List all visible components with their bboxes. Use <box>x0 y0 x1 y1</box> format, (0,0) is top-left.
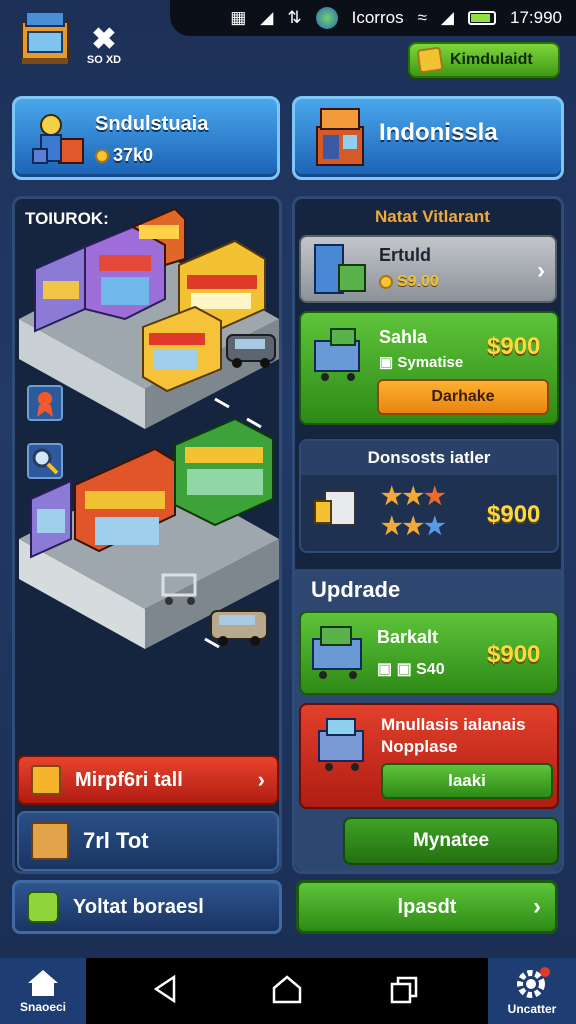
search-icon[interactable] <box>27 443 63 479</box>
blue-button-label: 7rl Tot <box>83 828 149 853</box>
nav-settings[interactable]: Uncatter <box>488 958 576 1024</box>
red-action-button[interactable]: Mirpf6ri tall › <box>17 755 279 805</box>
chevron-right-icon: › <box>533 893 541 920</box>
top-action-button[interactable]: Kimdulaidt <box>408 42 560 78</box>
recents-icon[interactable] <box>390 976 420 1004</box>
star-icon: ★ <box>381 483 403 510</box>
vibrate-icon: ▦ <box>230 8 247 27</box>
bottom-right-label: lpasdt <box>397 895 457 918</box>
bottom-right-button[interactable]: lpasdt › <box>296 880 558 934</box>
shop-item-1[interactable]: Ertuld S9.00 › <box>299 235 557 303</box>
location-name: Indonissla <box>379 119 498 146</box>
cart-icon <box>318 718 364 771</box>
player-name: Sndulstuaia <box>95 113 209 135</box>
town-map[interactable] <box>15 199 279 649</box>
battery-icon <box>468 11 496 25</box>
star-icon: ★ <box>402 483 425 510</box>
item4-price: $900 <box>487 641 541 668</box>
wifi-icon: ≈ <box>417 8 427 27</box>
item2-sub: ▣ Symatise <box>379 354 464 371</box>
signal-icon: ◢ <box>260 8 274 27</box>
upgrade-label: Updrade <box>311 577 401 602</box>
game-screen: ▦ ◢ ⇅ Icorros ≈ ◢ 17:990 ✖ SO XD Kimdulai… <box>0 0 576 1024</box>
location-card[interactable]: Indonissla <box>292 96 564 180</box>
star-icon: ★ <box>381 513 403 540</box>
home-icon <box>28 970 58 996</box>
shop-item-5[interactable]: Mnullasis ialanais Nopplase laaki <box>299 703 559 809</box>
clock: 17:990 <box>510 8 562 27</box>
gear-icon <box>517 967 550 998</box>
coin-icon <box>379 274 393 289</box>
close-caption: SO XD <box>86 54 122 66</box>
star-icon: ★ <box>424 513 446 540</box>
chevron-right-icon: › <box>537 257 545 284</box>
nav-settings-label: Uncatter <box>507 1002 557 1016</box>
item4-name: Barkalt <box>377 627 439 647</box>
cell-icon: ◢ <box>440 8 454 27</box>
buy-button[interactable]: Darhake <box>377 379 549 415</box>
coin-icon <box>416 46 444 74</box>
bottom-left-button[interactable]: Yoltat boraesl <box>12 880 282 934</box>
mid-green-button[interactable]: Mynatee <box>343 817 559 865</box>
coin-icon <box>95 149 109 164</box>
red-button-label: Mirpf6ri tall <box>75 768 183 791</box>
star-icon: ★ <box>424 483 446 510</box>
player-coins: 37k0 <box>95 145 153 166</box>
player-card[interactable]: Sndulstuaia 37k0 <box>12 96 280 180</box>
machine-icon <box>314 490 356 526</box>
shop-item-3[interactable]: Donsosts iatler ★★★ ★★★ $900 <box>299 439 559 553</box>
coin-icon <box>27 891 59 923</box>
data-icon: ⇅ <box>287 8 302 27</box>
rating-stars-top: ★★★ <box>381 485 446 509</box>
item2-price: $900 <box>487 333 541 360</box>
blue-action-button[interactable]: 7rl Tot <box>17 811 279 871</box>
shopkeeper-icon <box>32 114 84 164</box>
home-nav-icon[interactable] <box>272 974 302 1004</box>
bottom-left-label: Yoltat boraesl <box>73 895 204 918</box>
item1-price: S9.00 <box>379 273 439 291</box>
ribbon-icon[interactable] <box>27 385 63 421</box>
nav-home-label: Snaoeci <box>19 1000 67 1014</box>
item5-name: Mnullasis ialanais <box>381 715 526 734</box>
item2-name: Sahla <box>379 327 428 347</box>
globe-icon <box>315 7 338 29</box>
shop-item-4[interactable]: Barkalt ▣ ▣ S40 $900 <box>299 611 559 695</box>
top-button-label: Kimdulaidt <box>450 51 533 68</box>
stall-icon <box>312 626 362 679</box>
nav-home[interactable]: Snaoeci <box>0 958 86 1024</box>
item5-sub: Nopplase <box>381 737 458 756</box>
box-icon <box>31 765 61 795</box>
item3-price: $900 <box>487 501 541 528</box>
item1-name: Ertuld <box>379 245 431 265</box>
rating-stars-bottom: ★★★ <box>381 515 446 539</box>
status-label: Icorros <box>351 8 404 27</box>
cart-icon <box>314 328 360 381</box>
item3-name: Donsosts iatler <box>301 441 557 475</box>
town-panel: TOIUROK: Mirpf6ri tall › 7rl Tot <box>12 196 282 874</box>
back-icon[interactable] <box>153 974 178 1004</box>
close-button[interactable]: ✖ SO XD <box>86 25 122 67</box>
item4-sub: ▣ ▣ S40 <box>377 661 445 678</box>
crate-icon <box>31 822 69 860</box>
star-icon: ★ <box>402 513 425 540</box>
fridge-icon <box>314 244 366 294</box>
shop-building-icon <box>316 108 364 166</box>
shop-item-2[interactable]: Sahla ▣ Symatise $900 Darhake <box>299 311 559 425</box>
item5-button[interactable]: laaki <box>381 763 553 799</box>
chevron-right-icon: › <box>257 767 265 792</box>
shop-title: Natat Vitlarant <box>375 207 490 226</box>
store-logo-icon[interactable] <box>18 8 72 66</box>
shop-panel: Natat Vitlarant Ertuld S9.00 › Sahla ▣ S… <box>292 196 564 874</box>
